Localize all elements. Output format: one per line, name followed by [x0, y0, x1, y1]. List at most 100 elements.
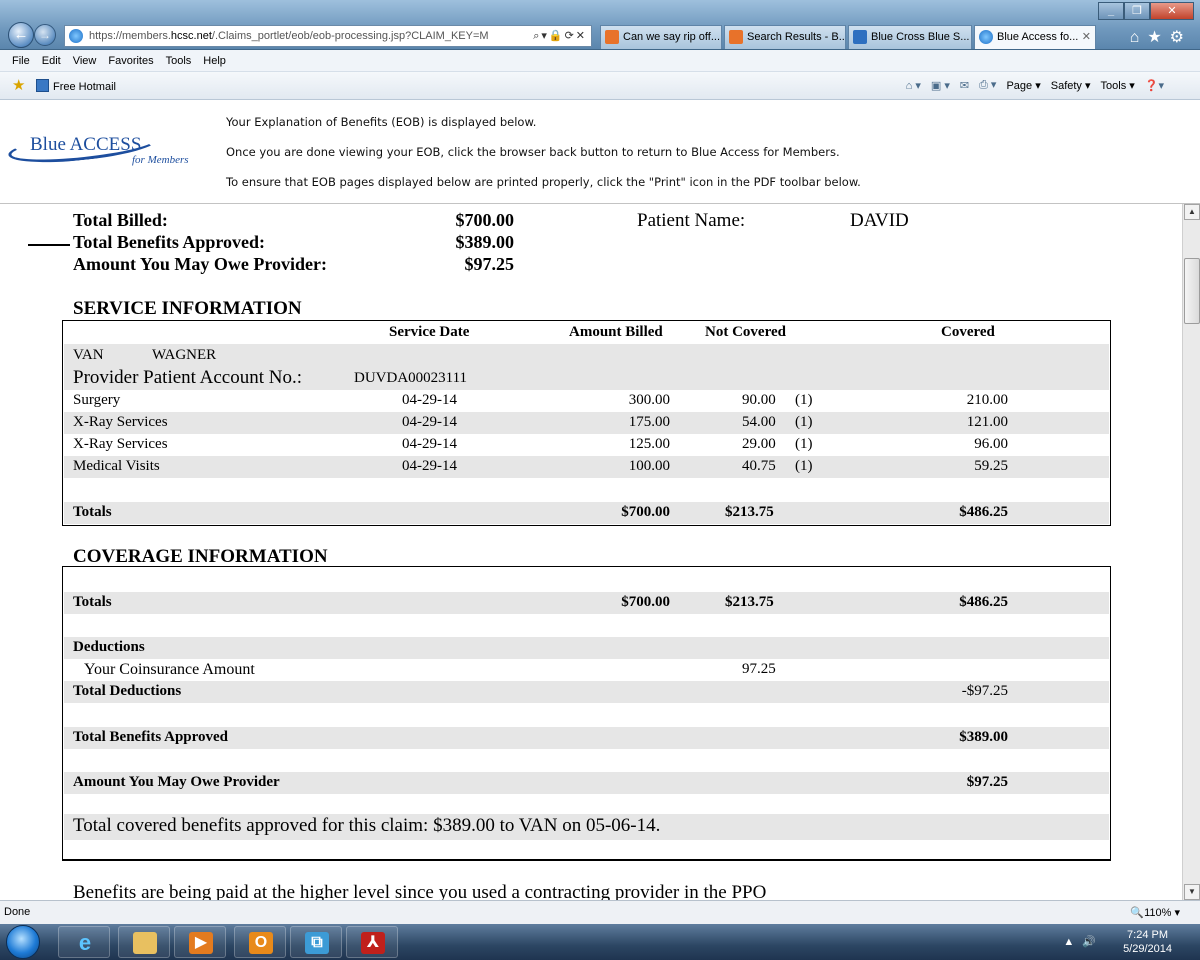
zoom-control[interactable]: 🔍110% ▾ [1130, 906, 1180, 919]
service-name: X-Ray Services [73, 414, 168, 430]
service-section-title: SERVICE INFORMATION [73, 298, 302, 319]
clock-time: 7:24 PM [1127, 929, 1169, 941]
taskbar-media-player[interactable]: ▶ [174, 926, 226, 958]
arrow-left-icon: ← [13, 26, 29, 43]
taskbar-ie[interactable]: e [58, 926, 110, 958]
footnote-marker: (1) [795, 414, 813, 430]
coinsurance-label: Your Coinsurance Amount [84, 661, 255, 678]
covered-amount: 59.25 [974, 458, 1008, 474]
tab-blue-access[interactable]: Blue Access fo... ✕ [974, 25, 1096, 49]
col-header-service-date: Service Date [389, 324, 470, 340]
status-bar: Done 🔍110% ▾ [0, 900, 1200, 924]
tab-label: Blue Access fo... [997, 31, 1079, 43]
favorites-bar: ★ Free Hotmail ⌂ ▾ ▣ ▾ ✉ ⎙ ▾ Page ▾ Safe… [0, 72, 1200, 100]
tab-blue-cross[interactable]: Blue Cross Blue S... [848, 25, 972, 49]
coinsurance-value: 97.25 [742, 661, 776, 677]
ie-page-icon [979, 30, 993, 44]
taskbar-acrobat[interactable]: ⅄ [346, 926, 398, 958]
taskbar-network-app[interactable]: ⧉ [290, 926, 342, 958]
url-text: https://members.hcsc.net/.Claims_portlet… [89, 30, 489, 42]
amount-owe-label: Amount You May Owe Provider [73, 774, 280, 790]
print-icon[interactable]: ⎙ ▾ [979, 78, 996, 92]
window-controls: _ ❐ ✕ [1098, 2, 1194, 20]
zoom-level: 110% [1144, 907, 1172, 919]
ie-page-icon [69, 29, 83, 43]
page-menu[interactable]: Page ▾ [1006, 79, 1040, 92]
total-deductions-label: Total Deductions [73, 683, 182, 699]
close-tab-icon[interactable]: ✕ [1082, 26, 1091, 48]
account-value: DUVDA00023111 [354, 370, 468, 386]
clock[interactable]: 7:24 PM 5/29/2014 [1123, 928, 1172, 956]
address-bar-icons[interactable]: ⌕▾🔒⟳✕ [533, 29, 591, 43]
volume-icon[interactable]: 🔊 [1082, 936, 1104, 948]
back-button[interactable]: ← [8, 22, 34, 48]
media-player-icon: ▶ [189, 932, 213, 954]
tab-label: Search Results - B... [747, 31, 846, 43]
logo-sub-text: for Members [132, 154, 189, 166]
menu-edit[interactable]: Edit [36, 50, 67, 72]
favorites-star-icon[interactable]: ★ [1147, 29, 1169, 46]
total-billed-value: $700.00 [455, 210, 515, 230]
totals-label: Totals [73, 504, 112, 520]
home-icon[interactable]: ⌂ ▾ [906, 79, 921, 92]
provider-row: VAN WAGNER Provider Patient Account No.:… [64, 344, 1109, 390]
address-bar[interactable]: https://members.hcsc.net/.Claims_portlet… [64, 25, 592, 47]
table-row: X-Ray Services 04-29-14 175.00 54.00 (1) 121.… [64, 412, 1109, 434]
help-icon[interactable]: ❓▾ [1145, 79, 1164, 92]
taskbar-outlook[interactable]: O [234, 926, 286, 958]
restore-button[interactable]: ❐ [1124, 2, 1150, 20]
gear-icon[interactable]: ⚙ [1170, 29, 1192, 46]
total-approved-label: Total Benefits Approved: [73, 232, 266, 252]
taskbar-explorer[interactable] [118, 926, 170, 958]
amount-billed: 300.00 [628, 392, 670, 408]
menu-favorites[interactable]: Favorites [102, 50, 159, 72]
vertical-scrollbar[interactable]: ▲ ▼ [1182, 204, 1200, 900]
scroll-up-arrow-icon[interactable]: ▲ [1184, 204, 1200, 220]
ppo-note-text: Benefits are being paid at the higher le… [73, 882, 767, 900]
deductions-label: Deductions [73, 639, 145, 655]
tab-search-results[interactable]: Search Results - B... [724, 25, 846, 49]
amount-billed: 175.00 [628, 414, 670, 430]
tab-rip-off[interactable]: Can we say rip off... [600, 25, 722, 49]
forward-button[interactable]: → [34, 24, 56, 46]
patient-name-label: Patient Name: [637, 210, 746, 231]
clock-date: 5/29/2014 [1123, 943, 1172, 955]
benefits-approved-value: $389.00 [959, 729, 1008, 745]
menu-view[interactable]: View [67, 50, 103, 72]
benefits-approved-label: Total Benefits Approved [73, 729, 229, 745]
system-tray: ▲🔊 [1063, 935, 1104, 948]
totals-billed: $700.00 [621, 594, 670, 610]
amount-owe-value: $97.25 [464, 254, 515, 274]
zoom-icon: 🔍 [1130, 907, 1145, 919]
totals-covered: $486.25 [959, 594, 1008, 610]
folder-icon [133, 932, 157, 954]
site-header: Blue ACCESS for Members Your Explanation… [0, 100, 1200, 204]
scroll-thumb[interactable] [1184, 258, 1200, 324]
totals-covered: $486.25 [959, 504, 1008, 520]
redaction-block [922, 212, 1032, 232]
tools-menu[interactable]: Tools ▾ [1101, 79, 1135, 92]
service-date: 04-29-14 [402, 414, 457, 430]
header-message-2: Once you are done viewing your EOB, clic… [226, 145, 840, 159]
scroll-down-arrow-icon[interactable]: ▼ [1184, 884, 1200, 900]
minimize-button[interactable]: _ [1098, 2, 1124, 20]
tray-expand-icon[interactable]: ▲ [1063, 936, 1082, 948]
network-icon: ⧉ [305, 932, 329, 954]
home-icon[interactable]: ⌂ [1130, 29, 1148, 46]
col-header-covered: Covered [941, 324, 995, 340]
tab-label: Can we say rip off... [623, 31, 721, 43]
mail-icon[interactable]: ✉ [960, 79, 969, 92]
covered-amount: 121.00 [966, 414, 1008, 430]
start-button[interactable] [6, 925, 40, 959]
menu-tools[interactable]: Tools [160, 50, 198, 72]
col-header-amount-billed: Amount Billed [569, 324, 663, 340]
menu-file[interactable]: File [0, 50, 36, 72]
menu-help[interactable]: Help [197, 50, 232, 72]
safety-menu[interactable]: Safety ▾ [1051, 79, 1091, 92]
favorites-star-icon[interactable]: ★ [12, 78, 28, 94]
rss-feed-icon[interactable]: ▣ ▾ [931, 79, 950, 92]
close-window-button[interactable]: ✕ [1150, 2, 1194, 20]
favorite-hotmail-link[interactable]: Free Hotmail [36, 79, 116, 93]
service-date: 04-29-14 [402, 392, 457, 408]
provider-last-name: WAGNER [152, 347, 217, 363]
